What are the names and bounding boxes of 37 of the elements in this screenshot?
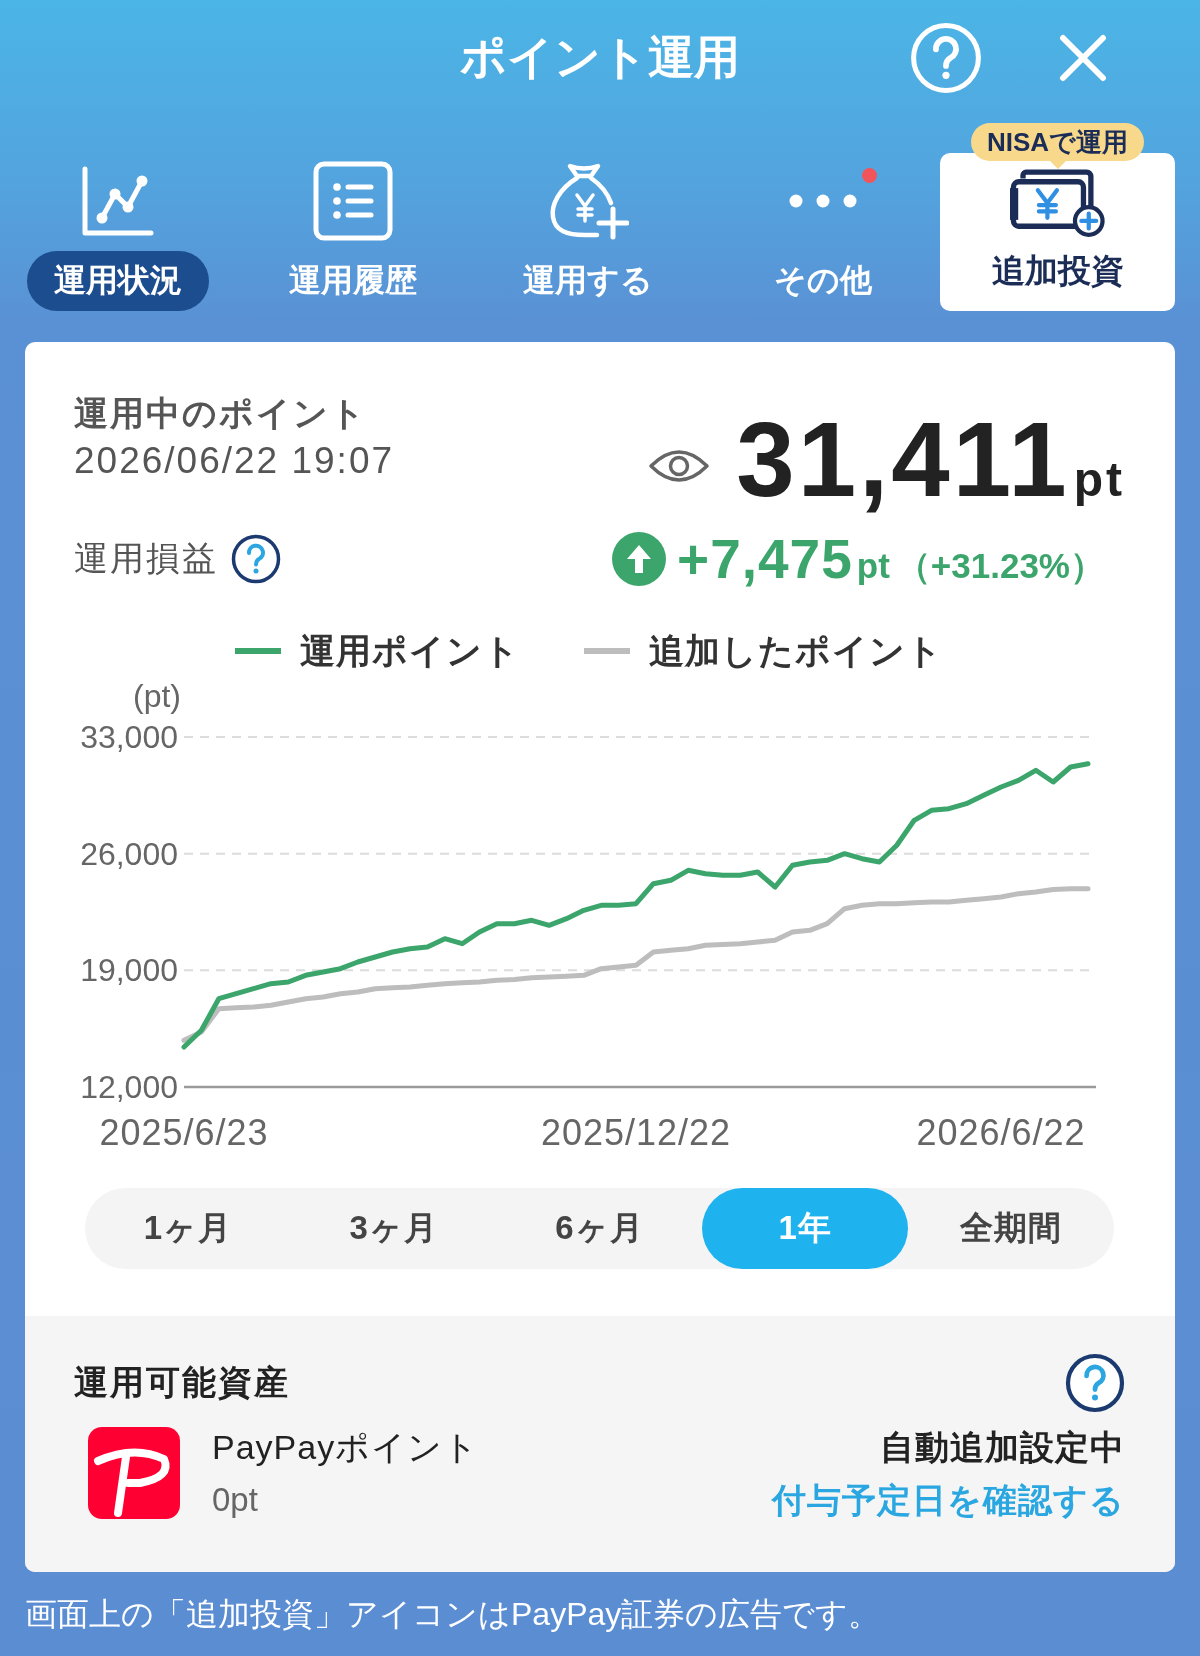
asset-name: PayPayポイント bbox=[212, 1426, 480, 1468]
x-tick-label: 2025/6/23 bbox=[99, 1111, 269, 1153]
section-title: 運用可能資産 bbox=[74, 1361, 290, 1403]
app-logo-icon bbox=[88, 1427, 180, 1519]
total-points-value: 31,411 bbox=[736, 407, 1070, 512]
y-tick-label: 19,000 bbox=[80, 952, 178, 989]
profit-rate: （+31.23%） bbox=[895, 544, 1105, 587]
profit-label: 運用損益 bbox=[74, 537, 218, 579]
help-icon[interactable] bbox=[231, 533, 281, 584]
period-tab[interactable]: 6ヶ月 bbox=[496, 1188, 703, 1269]
unit-label: pt bbox=[1073, 452, 1125, 507]
y-tick-label: 12,000 bbox=[80, 1069, 178, 1105]
legend-label: 運用ポイント bbox=[300, 629, 520, 672]
section-title: 運用中のポイント bbox=[74, 393, 368, 434]
y-tick-label: 33,000 bbox=[80, 719, 178, 755]
more-icon bbox=[787, 193, 858, 209]
nav-tab[interactable]: 運用状況 bbox=[26, 161, 209, 311]
period-tab[interactable]: 全期間 bbox=[908, 1188, 1114, 1269]
page-title: ポイント運用 bbox=[460, 30, 740, 85]
y-tick-label: 26,000 bbox=[80, 835, 178, 872]
asset-balance: 0pt bbox=[212, 1479, 259, 1520]
updated-time: 2026/06/22 19:07 bbox=[74, 439, 395, 483]
eye-icon[interactable] bbox=[648, 447, 711, 485]
x-tick-label: 2025/12/22 bbox=[540, 1111, 732, 1153]
profit-amount: +7,475 bbox=[677, 526, 853, 591]
period-tab[interactable]: 3ヶ月 bbox=[290, 1188, 497, 1269]
help-icon[interactable] bbox=[1065, 1352, 1125, 1413]
legend-label: 追加したポイント bbox=[649, 629, 943, 672]
unit-label: pt bbox=[856, 545, 890, 586]
y-axis-unit: (pt) bbox=[133, 678, 181, 714]
line-chart-icon bbox=[81, 166, 154, 236]
wallet-icon bbox=[1009, 169, 1106, 239]
ad-disclaimer: 画面上の「追加投資」アイコンはPayPay証券の広告です。 bbox=[25, 1594, 881, 1634]
x-tick-label: 2026/6/22 bbox=[916, 1111, 1086, 1153]
list-icon bbox=[312, 161, 393, 241]
period-tab[interactable]: 1ヶ月 bbox=[85, 1188, 291, 1269]
auto-add-status: 自動追加設定中 bbox=[880, 1426, 1125, 1468]
